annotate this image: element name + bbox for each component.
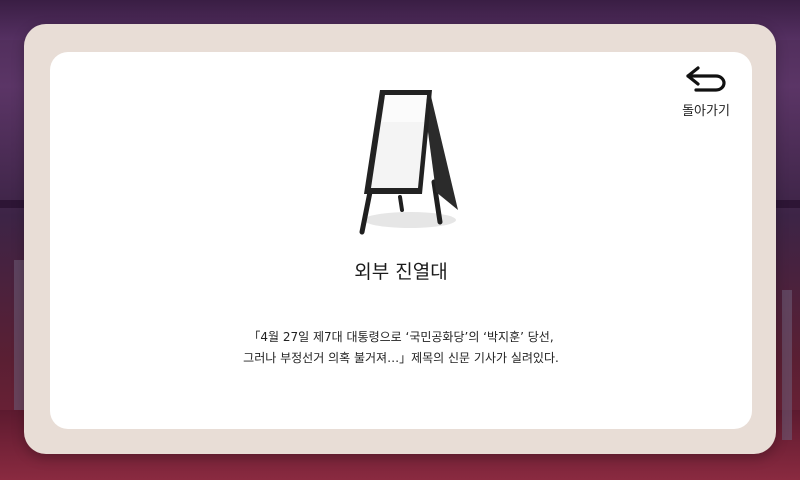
item-description-line: 그러나 부정선거 의혹 불거져…」제목의 신문 기사가 실려있다. [243, 351, 559, 365]
back-button[interactable]: 돌아가기 [674, 64, 738, 122]
a-frame-sign-icon [359, 90, 458, 235]
background-pillar-right [782, 290, 792, 440]
item-detail-card: 돌아가기 외부 진열대 「4월 27일 제7대 대통령으로 ‘국민공화당’의 ‘… [50, 52, 752, 429]
item-description-line: 「4월 27일 제7대 대통령으로 ‘국민공화당’의 ‘박지훈’ 당선, [248, 330, 554, 344]
item-detail-modal: 돌아가기 외부 진열대 「4월 27일 제7대 대통령으로 ‘국민공화당’의 ‘… [24, 24, 776, 454]
back-arrow-icon [686, 66, 726, 92]
item-title: 외부 진열대 [354, 261, 448, 283]
item-description: 「4월 27일 제7대 대통령으로 ‘국민공화당’의 ‘박지훈’ 당선, 그러나… [50, 327, 752, 369]
background-pillar-left [14, 260, 24, 410]
back-button-label: 돌아가기 [682, 104, 730, 119]
